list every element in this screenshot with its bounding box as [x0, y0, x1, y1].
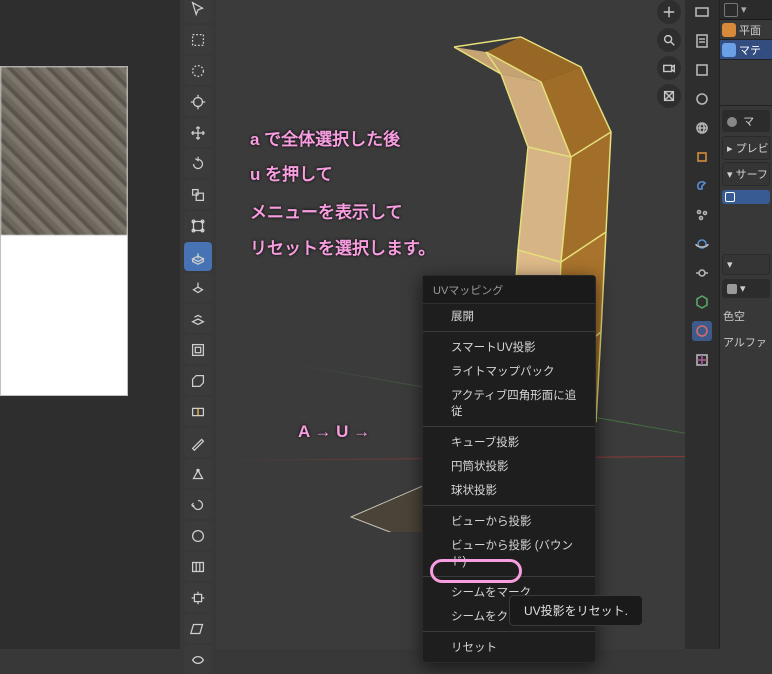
tool-transform-icon[interactable]	[184, 211, 212, 240]
particles-tab-icon[interactable]	[692, 205, 712, 225]
properties-panel: ▾ 平面 マテ マ ▸ プレビ ▾ サーフ ▾ ▾ 色空 アルファ	[719, 0, 772, 649]
tool-bevel-icon[interactable]	[184, 366, 212, 395]
annotation-line4: リセットを選択します。	[250, 234, 435, 259]
zoom-icon[interactable]	[657, 28, 681, 52]
properties-tabs	[685, 0, 719, 649]
uv-menu-item[interactable]: 円筒状投影	[423, 454, 595, 478]
uv-image-frame	[0, 66, 128, 396]
node-icon	[725, 192, 735, 202]
render-tab-icon[interactable]	[692, 2, 712, 22]
material-tab-icon[interactable]	[692, 321, 712, 341]
uv-menu-item[interactable]: キューブ投影	[423, 430, 595, 454]
tool-move-icon[interactable]	[184, 118, 212, 147]
material-ball-icon	[727, 117, 737, 127]
tool-rip-icon[interactable]	[184, 645, 212, 674]
tool-extrude-region-icon[interactable]	[184, 242, 212, 271]
tool-select-box-icon[interactable]	[184, 25, 212, 54]
persp-toggle-icon[interactable]	[657, 84, 681, 108]
outliner-item-mesh[interactable]: 平面	[720, 20, 772, 40]
mesh-data-tab-icon[interactable]	[692, 292, 712, 312]
world-tab-icon[interactable]	[692, 118, 712, 138]
alpha-label: アルファ	[723, 334, 769, 350]
colorspace-label: 色空	[723, 308, 769, 324]
outliner-label: 平面	[739, 22, 761, 38]
image-icon	[727, 284, 737, 294]
object-tab-icon[interactable]	[692, 147, 712, 167]
uv-menu-item[interactable]: 球状投影	[423, 478, 595, 502]
constraints-tab-icon[interactable]	[692, 263, 712, 283]
outliner-label: マテ	[739, 42, 761, 58]
mesh-icon	[722, 23, 736, 37]
shader-node-button[interactable]	[722, 190, 770, 204]
tool-smooth-icon[interactable]	[184, 521, 212, 550]
tool-column	[184, 0, 214, 674]
texture-tab-icon[interactable]	[692, 350, 712, 370]
tool-knife-icon[interactable]	[184, 428, 212, 457]
uv-menu-item[interactable]: ビューから投影 (バウンド)	[423, 533, 595, 573]
tool-inset-icon[interactable]	[184, 335, 212, 364]
tool-rotate-icon[interactable]	[184, 149, 212, 178]
uv-menu-item[interactable]: アクティブ四角形面に追従	[423, 383, 595, 423]
scene-tab-icon[interactable]	[692, 89, 712, 109]
pan-icon[interactable]	[657, 0, 681, 24]
uv-menu-item[interactable]: スマートUV投影	[423, 335, 595, 359]
tool-cursor3d-icon[interactable]	[184, 87, 212, 116]
tool-extrude-individual-icon[interactable]	[184, 304, 212, 333]
uv-texture-thumbnail	[1, 67, 127, 235]
tool-loopcut-icon[interactable]	[184, 397, 212, 426]
modifier-tab-icon[interactable]	[692, 176, 712, 196]
tool-edgeslide-icon[interactable]	[184, 552, 212, 581]
tool-cursor-icon[interactable]	[184, 0, 212, 23]
annotation-arrow: A → U →	[298, 422, 370, 442]
tool-shear-icon[interactable]	[184, 614, 212, 643]
reset-tooltip: UV投影をリセット.	[509, 595, 643, 626]
surface-section-header[interactable]: ▾ サーフ	[722, 162, 770, 186]
editor-type-icon[interactable]	[724, 3, 738, 17]
tool-select-circle-icon[interactable]	[184, 56, 212, 85]
panel-header: ▾	[720, 0, 772, 20]
uv-menu-item[interactable]: 展開	[423, 304, 595, 328]
annotation-line2: u を押して	[250, 160, 333, 185]
tool-scale-icon[interactable]	[184, 180, 212, 209]
annotation-line3: メニューを表示して	[250, 198, 403, 223]
uv-menu-item[interactable]: ビューから投影	[423, 509, 595, 533]
subsection-header[interactable]: ▾	[722, 254, 770, 275]
output-tab-icon[interactable]	[692, 31, 712, 51]
preview-section-header[interactable]: ▸ プレビ	[722, 136, 770, 160]
uv-menu-item-reset[interactable]: リセット	[423, 635, 595, 659]
tool-shrinkfatten-icon[interactable]	[184, 583, 212, 612]
viewport-nav-cluster	[657, 0, 681, 108]
outliner-item-material[interactable]: マテ	[720, 40, 772, 60]
tool-extrude-normals-icon[interactable]	[184, 273, 212, 302]
tool-polybuild-icon[interactable]	[184, 459, 212, 488]
physics-tab-icon[interactable]	[692, 234, 712, 254]
material-icon	[722, 43, 736, 57]
camera-icon[interactable]	[657, 56, 681, 80]
viewlayer-tab-icon[interactable]	[692, 60, 712, 80]
material-dropdown[interactable]: マ	[722, 110, 770, 132]
image-field[interactable]: ▾	[722, 279, 770, 298]
annotation-line1: a で全体選択した後	[250, 125, 400, 150]
tool-spin-icon[interactable]	[184, 490, 212, 519]
material-slot-list[interactable]	[720, 60, 772, 106]
uv-menu-header: UVマッピング	[423, 276, 595, 304]
uv-menu-item[interactable]: ライトマップパック	[423, 359, 595, 383]
